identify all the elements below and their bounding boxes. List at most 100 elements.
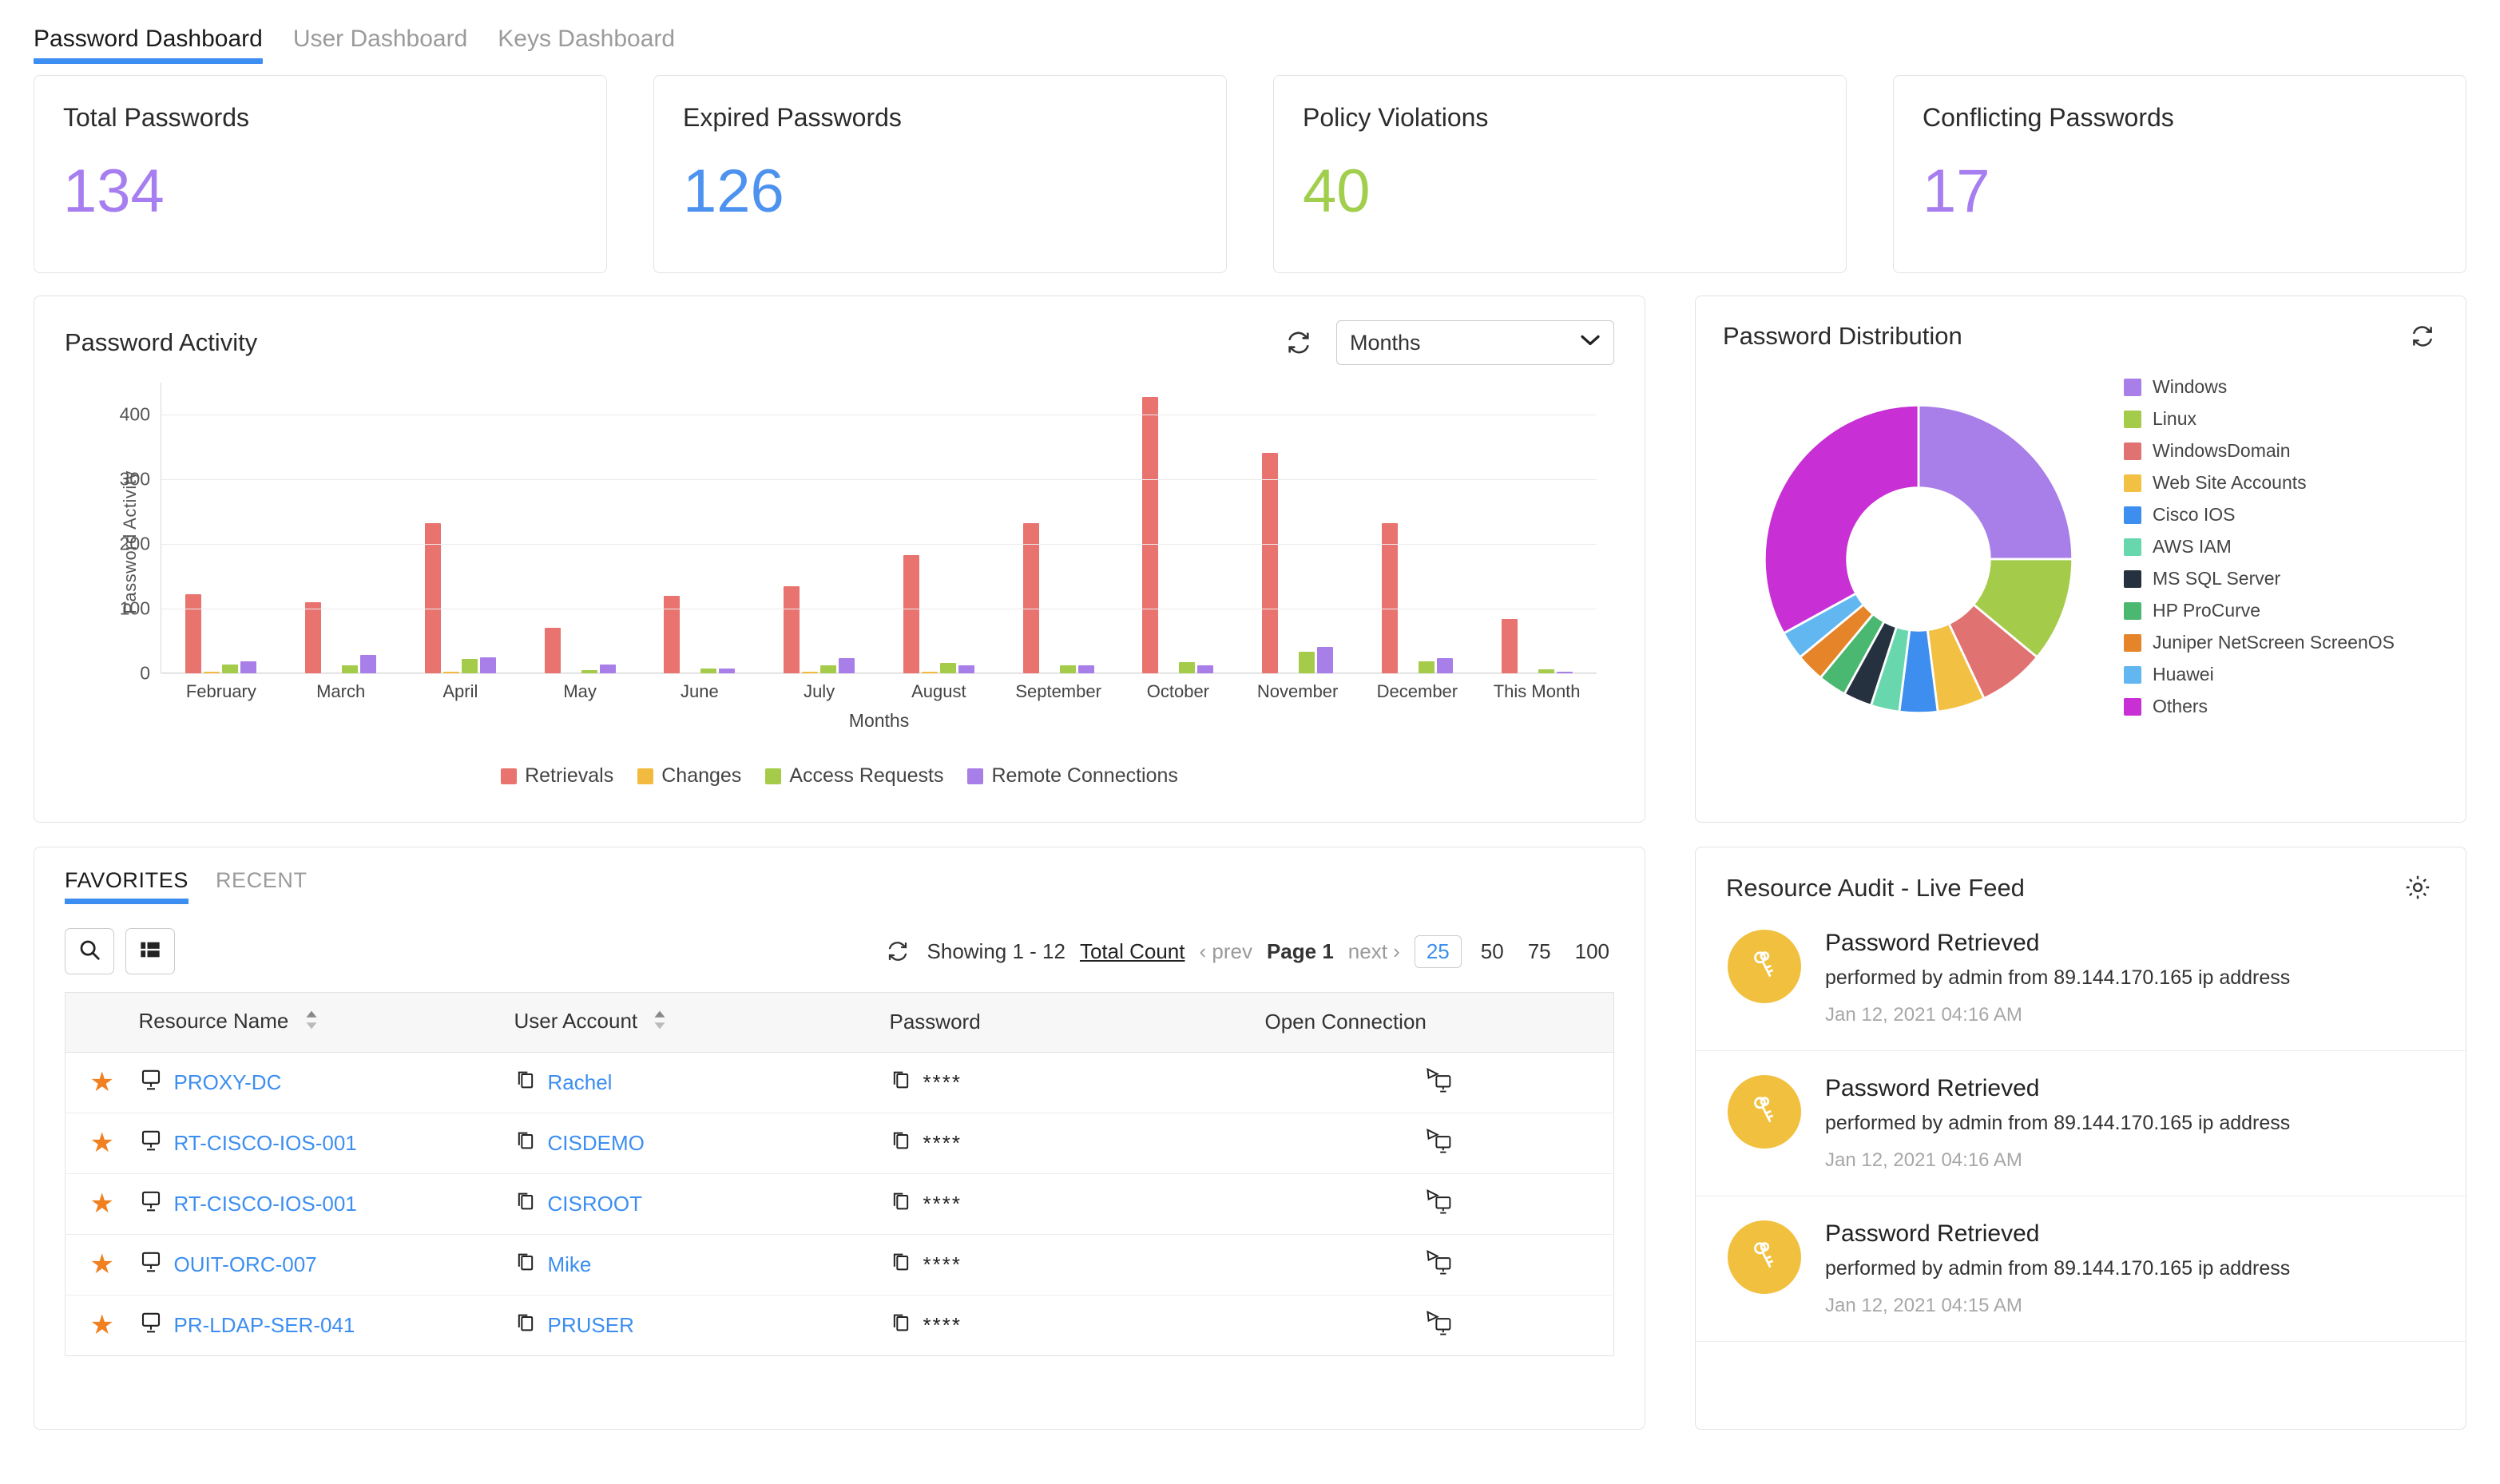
distribution-legend-item[interactable]: Juniper NetScreen ScreenOS [2124, 632, 2395, 653]
bar[interactable] [1418, 661, 1435, 673]
cell-open-connection[interactable] [1265, 1295, 1614, 1355]
bar[interactable] [1501, 619, 1518, 673]
user-account-link[interactable]: Mike [548, 1252, 592, 1277]
distribution-legend-item[interactable]: HP ProCurve [2124, 600, 2395, 621]
user-account-link[interactable]: CISROOT [548, 1192, 642, 1216]
open-connection-icon[interactable] [1426, 1067, 1453, 1097]
distribution-legend-item[interactable]: Windows [2124, 376, 2395, 398]
bar[interactable] [820, 665, 837, 673]
bar[interactable] [240, 661, 257, 673]
cell-favorite[interactable]: ★ [65, 1295, 139, 1355]
distribution-legend-item[interactable]: Linux [2124, 408, 2395, 430]
copy-icon[interactable] [514, 1190, 537, 1218]
cell-favorite[interactable]: ★ [65, 1052, 139, 1113]
resource-name-link[interactable]: PR-LDAP-SER-041 [174, 1313, 355, 1338]
cell-open-connection[interactable] [1264, 1113, 1614, 1174]
refresh-icon[interactable] [1282, 326, 1315, 359]
refresh-icon[interactable] [2407, 320, 2438, 352]
star-icon[interactable]: ★ [90, 1249, 114, 1280]
bar[interactable] [1317, 646, 1334, 673]
open-connection-icon[interactable] [1426, 1249, 1453, 1280]
bar[interactable] [939, 663, 956, 673]
copy-icon[interactable] [890, 1190, 912, 1218]
bar[interactable] [1059, 665, 1076, 673]
next-page-button[interactable]: next › [1348, 939, 1400, 964]
bar[interactable] [305, 602, 322, 673]
distribution-legend-item[interactable]: MS SQL Server [2124, 568, 2395, 589]
column-resource-name[interactable]: Resource Name [138, 992, 514, 1053]
open-connection-icon[interactable] [1426, 1310, 1453, 1340]
bar[interactable] [1381, 522, 1398, 673]
column-chooser-button[interactable] [125, 928, 175, 974]
copy-icon[interactable] [890, 1069, 912, 1097]
bar[interactable] [958, 665, 974, 673]
resource-name-link[interactable]: PROXY-DC [174, 1070, 282, 1095]
bar[interactable] [1022, 522, 1039, 673]
bar[interactable] [1179, 662, 1196, 673]
open-connection-icon[interactable] [1426, 1128, 1453, 1158]
column-user-account[interactable]: User Account [514, 992, 890, 1053]
resource-name-link[interactable]: RT-CISCO-IOS-001 [174, 1192, 357, 1216]
bar[interactable] [544, 627, 561, 673]
bar[interactable] [185, 594, 202, 673]
page-size-50[interactable]: 50 [1476, 936, 1509, 967]
audit-feed-item[interactable]: Password Retrieved performed by admin fro… [1696, 906, 2466, 1051]
table-row[interactable]: ★ PR-LDAP-SER-041 PRUSER **** [65, 1295, 1614, 1355]
refresh-icon[interactable] [883, 936, 913, 966]
bar[interactable] [360, 654, 377, 673]
audit-feed-item[interactable]: Password Retrieved performed by admin fro… [1696, 1051, 2466, 1196]
legend-item[interactable]: Remote Connections [967, 764, 1178, 788]
bar[interactable] [461, 659, 478, 673]
bar[interactable] [839, 658, 855, 673]
legend-item[interactable]: Access Requests [765, 764, 943, 788]
donut-slice[interactable] [1763, 403, 1920, 635]
distribution-legend-item[interactable]: WindowsDomain [2124, 440, 2395, 462]
donut-chart[interactable] [1731, 371, 2106, 747]
copy-icon[interactable] [514, 1251, 537, 1279]
distribution-legend-item[interactable]: Others [2124, 696, 2395, 717]
page-size-25[interactable]: 25 [1414, 934, 1462, 968]
user-account-link[interactable]: Rachel [548, 1070, 613, 1095]
bar[interactable] [222, 664, 239, 673]
user-account-link[interactable]: PRUSER [548, 1313, 634, 1338]
cell-favorite[interactable]: ★ [65, 1113, 139, 1174]
distribution-legend-item[interactable]: Web Site Accounts [2124, 472, 2395, 494]
copy-icon[interactable] [514, 1069, 537, 1097]
table-row[interactable]: ★ PROXY-DC Rachel **** [65, 1052, 1614, 1113]
tab-user-dashboard[interactable]: User Dashboard [293, 26, 467, 64]
search-button[interactable] [65, 928, 114, 974]
cell-favorite[interactable]: ★ [65, 1234, 139, 1296]
page-size-100[interactable]: 100 [1570, 936, 1614, 967]
stat-card-total-passwords[interactable]: Total Passwords 134 [34, 75, 607, 273]
cell-open-connection[interactable] [1264, 1052, 1614, 1113]
cell-open-connection[interactable] [1264, 1234, 1614, 1296]
table-row[interactable]: ★ RT-CISCO-IOS-001 CISROOT **** [65, 1173, 1614, 1235]
sort-icon[interactable] [653, 1010, 667, 1036]
resource-name-link[interactable]: OUIT-ORC-007 [174, 1252, 317, 1277]
tab-password-dashboard[interactable]: Password Dashboard [34, 26, 263, 64]
bar[interactable] [342, 665, 359, 673]
bar[interactable] [1142, 396, 1159, 673]
copy-icon[interactable] [514, 1129, 537, 1157]
copy-icon[interactable] [890, 1311, 912, 1339]
bar[interactable] [1436, 657, 1453, 673]
table-row[interactable]: ★ OUIT-ORC-007 Mike **** [65, 1234, 1614, 1296]
bar[interactable] [903, 554, 919, 673]
star-icon[interactable]: ★ [90, 1128, 114, 1158]
copy-icon[interactable] [890, 1129, 912, 1157]
tab-keys-dashboard[interactable]: Keys Dashboard [498, 26, 675, 64]
distribution-legend-item[interactable]: Cisco IOS [2124, 504, 2395, 526]
bar[interactable] [599, 664, 616, 673]
page-size-75[interactable]: 75 [1523, 936, 1556, 967]
tab-favorites[interactable]: FAVORITES [65, 868, 188, 904]
stat-card-expired-passwords[interactable]: Expired Passwords 126 [653, 75, 1227, 273]
distribution-legend-item[interactable]: AWS IAM [2124, 536, 2395, 557]
star-icon[interactable]: ★ [90, 1188, 114, 1219]
cell-favorite[interactable]: ★ [65, 1173, 139, 1235]
star-icon[interactable]: ★ [90, 1067, 114, 1097]
distribution-legend-item[interactable]: Huawei [2124, 664, 2395, 685]
period-select[interactable]: Months [1336, 320, 1614, 365]
legend-item[interactable]: Retrievals [501, 764, 613, 788]
gear-icon[interactable] [2400, 870, 2435, 905]
bar[interactable] [664, 595, 681, 673]
